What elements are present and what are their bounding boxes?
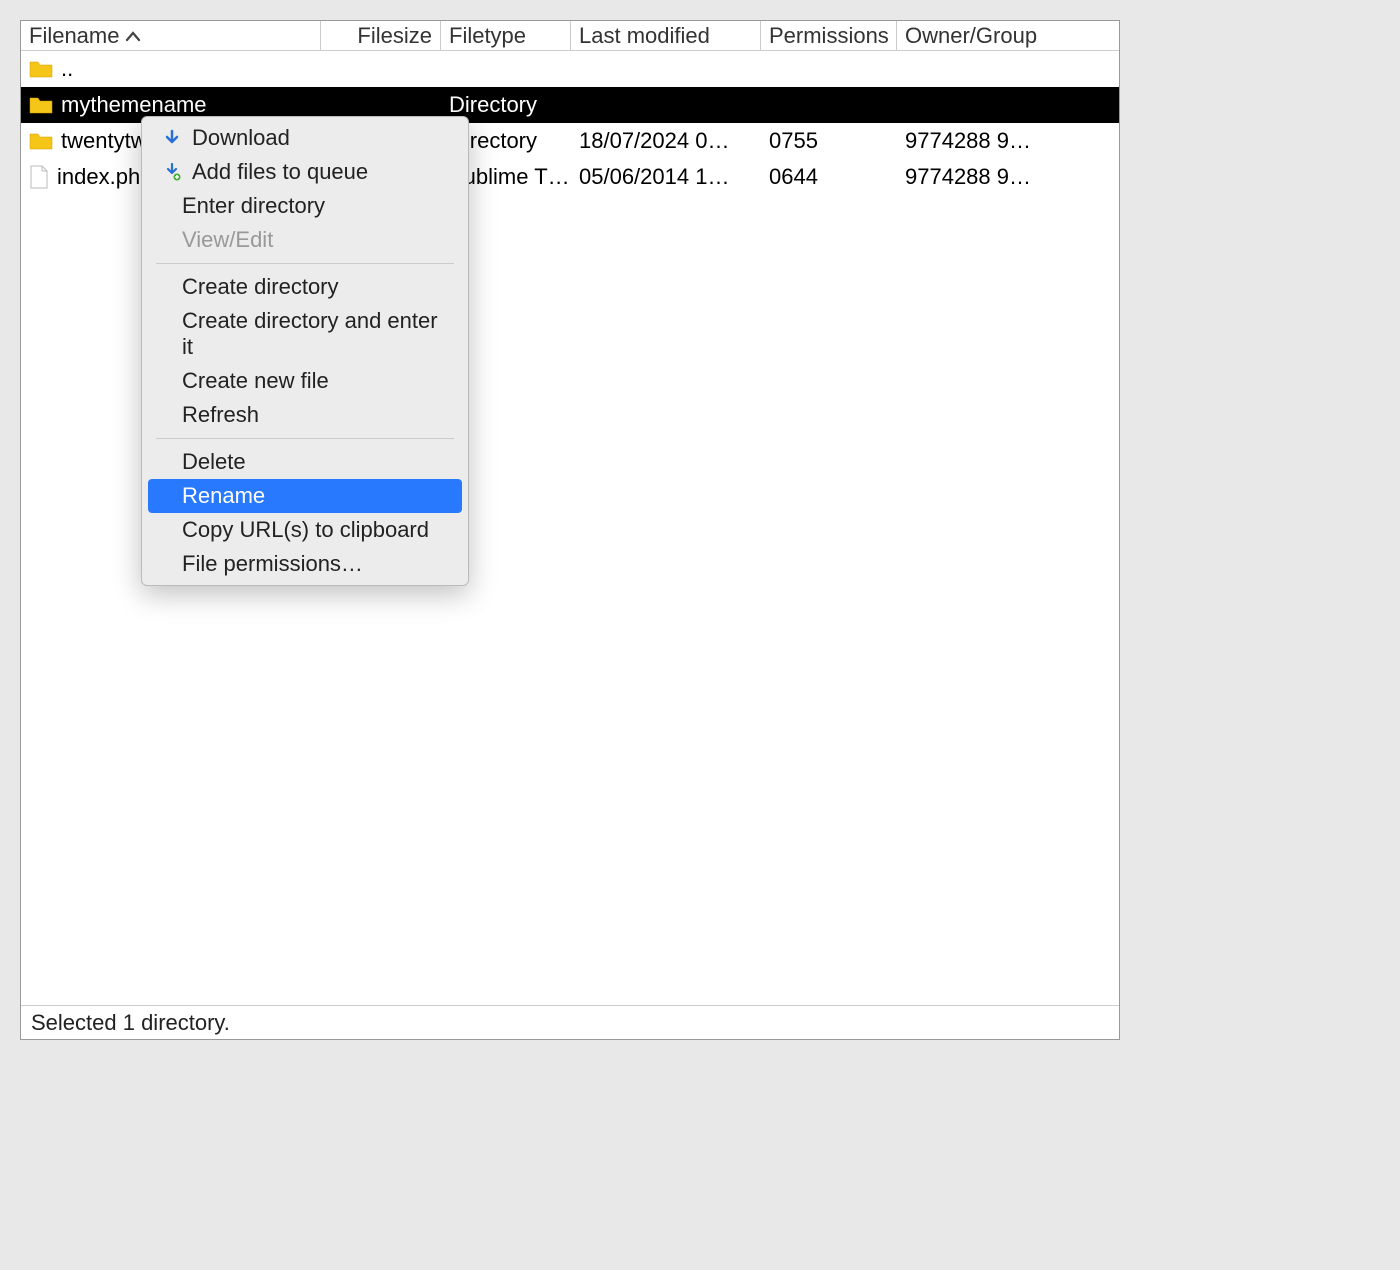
file-permissions bbox=[761, 51, 897, 87]
file-owner bbox=[897, 51, 1047, 87]
column-header-owner-group[interactable]: Owner/Group bbox=[897, 21, 1047, 50]
status-bar: Selected 1 directory. bbox=[21, 1005, 1119, 1039]
menu-separator bbox=[156, 438, 454, 439]
menu-item-label: Create new file bbox=[182, 368, 329, 394]
menu-item-label: Refresh bbox=[182, 402, 259, 428]
column-header-filesize[interactable]: Filesize bbox=[321, 21, 441, 50]
menu-item-label: Copy URL(s) to clipboard bbox=[182, 517, 429, 543]
menu-item-add-queue[interactable]: Add files to queue bbox=[148, 155, 462, 189]
file-panel: Filename Filesize Filetype Last modified… bbox=[20, 20, 1120, 1040]
column-header-last-modified-label: Last modified bbox=[579, 23, 710, 49]
menu-item-delete[interactable]: Delete bbox=[148, 445, 462, 479]
menu-item-create-directory-enter[interactable]: Create directory and enter it bbox=[148, 304, 462, 364]
menu-item-create-new-file[interactable]: Create new file bbox=[148, 364, 462, 398]
file-permissions: 0755 bbox=[761, 123, 897, 159]
column-header-filename-label: Filename bbox=[29, 23, 119, 49]
column-header-filesize-label: Filesize bbox=[357, 23, 432, 49]
file-owner: 9774288 9… bbox=[897, 123, 1047, 159]
column-header-permissions-label: Permissions bbox=[769, 23, 889, 49]
folder-icon bbox=[29, 59, 53, 79]
menu-separator bbox=[156, 263, 454, 264]
menu-item-label: Add files to queue bbox=[192, 159, 368, 185]
folder-icon bbox=[29, 95, 53, 115]
context-menu: Download Add files to queue Enter direct… bbox=[141, 116, 469, 586]
file-permissions bbox=[761, 87, 897, 123]
folder-icon bbox=[29, 131, 53, 151]
menu-item-file-permissions[interactable]: File permissions… bbox=[148, 547, 462, 581]
file-icon bbox=[29, 165, 49, 189]
file-permissions: 0644 bbox=[761, 159, 897, 195]
column-header-permissions[interactable]: Permissions bbox=[761, 21, 897, 50]
file-name: .. bbox=[61, 56, 73, 82]
file-modified bbox=[571, 87, 761, 123]
menu-item-download[interactable]: Download bbox=[148, 121, 462, 155]
file-name: index.php bbox=[57, 164, 152, 190]
menu-item-label: Create directory and enter it bbox=[182, 308, 448, 360]
menu-item-create-directory[interactable]: Create directory bbox=[148, 270, 462, 304]
column-header-owner-group-label: Owner/Group bbox=[905, 23, 1037, 49]
menu-item-refresh[interactable]: Refresh bbox=[148, 398, 462, 432]
column-header-filetype[interactable]: Filetype bbox=[441, 21, 571, 50]
file-modified: 18/07/2024 0… bbox=[571, 123, 761, 159]
column-header-last-modified[interactable]: Last modified bbox=[571, 21, 761, 50]
column-header-filename[interactable]: Filename bbox=[21, 21, 321, 50]
menu-item-copy-urls[interactable]: Copy URL(s) to clipboard bbox=[148, 513, 462, 547]
file-size bbox=[321, 51, 441, 87]
menu-item-label: Create directory bbox=[182, 274, 339, 300]
column-header-filetype-label: Filetype bbox=[449, 23, 526, 49]
file-modified bbox=[571, 51, 761, 87]
menu-item-label: Rename bbox=[182, 483, 265, 509]
menu-item-label: View/Edit bbox=[182, 227, 273, 253]
column-header-row: Filename Filesize Filetype Last modified… bbox=[21, 21, 1119, 51]
status-bar-text: Selected 1 directory. bbox=[31, 1010, 230, 1036]
download-icon bbox=[162, 128, 182, 148]
add-queue-icon bbox=[162, 162, 182, 182]
file-owner bbox=[897, 87, 1047, 123]
menu-item-rename[interactable]: Rename bbox=[148, 479, 462, 513]
file-row-parent[interactable]: .. bbox=[21, 51, 1119, 87]
menu-item-label: Download bbox=[192, 125, 290, 151]
file-modified: 05/06/2014 1… bbox=[571, 159, 761, 195]
menu-item-label: Delete bbox=[182, 449, 246, 475]
menu-item-enter-directory[interactable]: Enter directory bbox=[148, 189, 462, 223]
file-type bbox=[441, 51, 571, 87]
menu-item-label: Enter directory bbox=[182, 193, 325, 219]
menu-item-view-edit: View/Edit bbox=[148, 223, 462, 257]
file-name: mythemename bbox=[61, 92, 207, 118]
sort-ascending-icon bbox=[125, 23, 141, 49]
file-owner: 9774288 9… bbox=[897, 159, 1047, 195]
menu-item-label: File permissions… bbox=[182, 551, 363, 577]
